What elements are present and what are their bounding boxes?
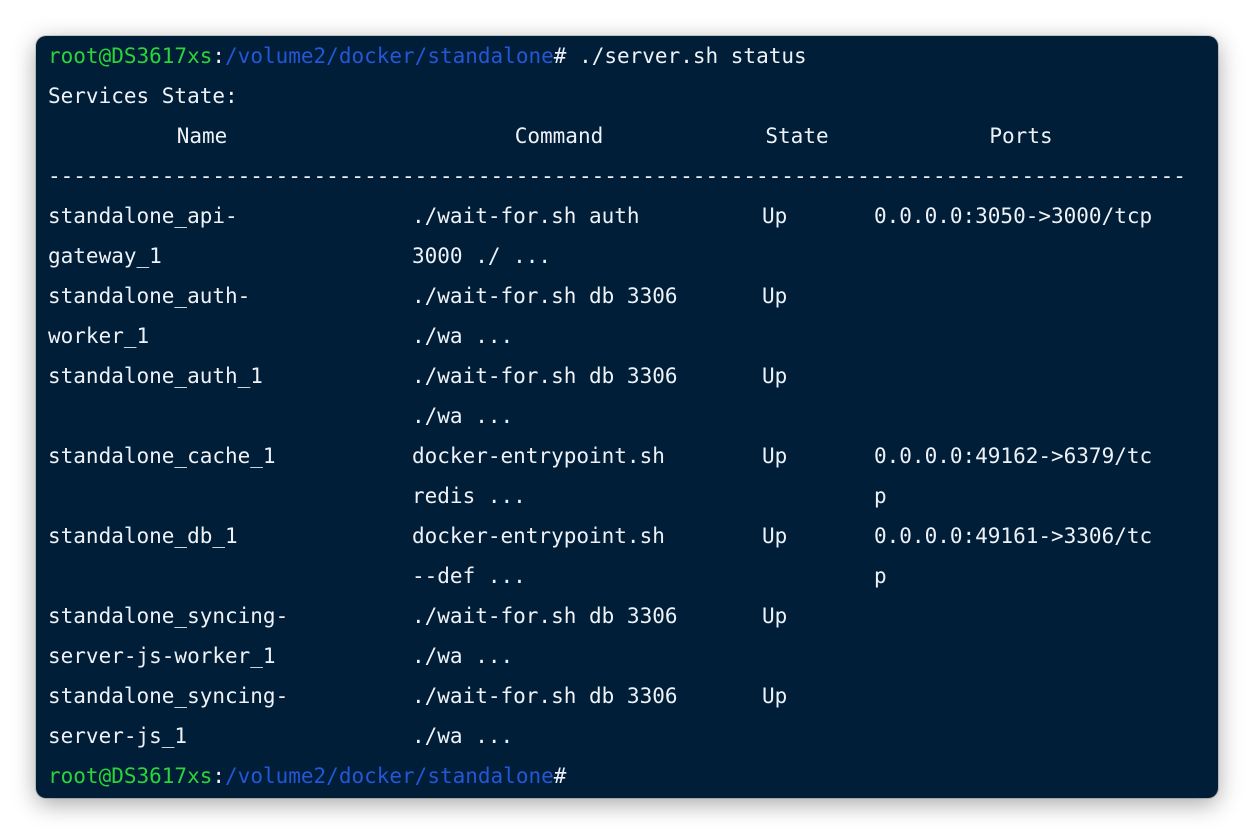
prompt-command: ./server.sh status [566,44,807,68]
service-command-line: ./wa ... [412,644,514,668]
service-command-line: ./wait-for.sh db 3306 [412,364,678,388]
service-name-line: standalone_syncing- [48,604,289,628]
service-name-line: server-js_1 [48,724,188,748]
service-command-line: docker-entrypoint.sh [412,524,665,548]
final-prompt-line[interactable]: root@DS3617xs:/volume2/docker/standalone… [48,756,566,796]
service-command-line: ./wait-for.sh db 3306 [412,604,678,628]
service-name-line: server-js-worker_1 [48,644,276,668]
service-command-line: ./wait-for.sh auth [412,204,640,228]
service-command-line: docker-entrypoint.sh [412,444,665,468]
prompt-path: /volume2/docker/standalone [225,764,554,788]
service-ports-line: 0.0.0.0:49162->6379/tc [874,444,1153,468]
service-name-line: standalone_auth_1 [48,364,263,388]
command-prompt-line: root@DS3617xs:/volume2/docker/standalone… [48,36,807,76]
service-ports-line: p [874,564,887,588]
service-state: Up [762,604,788,628]
column-header-ports: Ports [989,124,1053,148]
service-command-line: ./wa ... [412,404,514,428]
prompt-path: /volume2/docker/standalone [225,44,554,68]
service-name-line: standalone_syncing- [48,684,289,708]
service-command-line: ./wait-for.sh db 3306 [412,284,678,308]
prompt-hash: # [553,764,567,788]
service-command-line: ./wa ... [412,724,514,748]
column-header-name: Name [176,124,228,148]
service-name-line: standalone_cache_1 [48,444,276,468]
service-state: Up [762,204,788,228]
service-name-line: gateway_1 [48,244,162,268]
prompt-colon: : [212,44,226,68]
service-command-line: 3000 ./ ... [412,244,552,268]
service-state: Up [762,684,788,708]
table-separator: ----------------------------------------… [48,164,1188,188]
service-name-line: worker_1 [48,324,150,348]
service-command-line: ./wa ... [412,324,514,348]
service-ports-line: 0.0.0.0:3050->3000/tcp [874,204,1153,228]
prompt-user-host: root@DS3617xs [48,764,213,788]
service-name-line: standalone_db_1 [48,524,238,548]
service-state: Up [762,284,788,308]
column-header-command: Command [514,124,604,148]
terminal-window[interactable]: root@DS3617xs:/volume2/docker/standalone… [36,36,1218,798]
service-ports-line: 0.0.0.0:49161->3306/tc [874,524,1153,548]
service-name-line: standalone_api- [48,204,238,228]
prompt-user-host: root@DS3617xs [48,44,213,68]
service-ports-line: p [874,484,887,508]
prompt-colon: : [212,764,226,788]
prompt-hash: # [553,44,567,68]
service-command-line: redis ... [412,484,526,508]
service-state: Up [762,364,788,388]
service-state: Up [762,524,788,548]
service-name-line: standalone_auth- [48,284,251,308]
column-header-state: State [765,124,829,148]
service-command-line: --def ... [412,564,526,588]
service-command-line: ./wait-for.sh db 3306 [412,684,678,708]
service-state: Up [762,444,788,468]
services-state-heading: Services State: [48,84,238,108]
